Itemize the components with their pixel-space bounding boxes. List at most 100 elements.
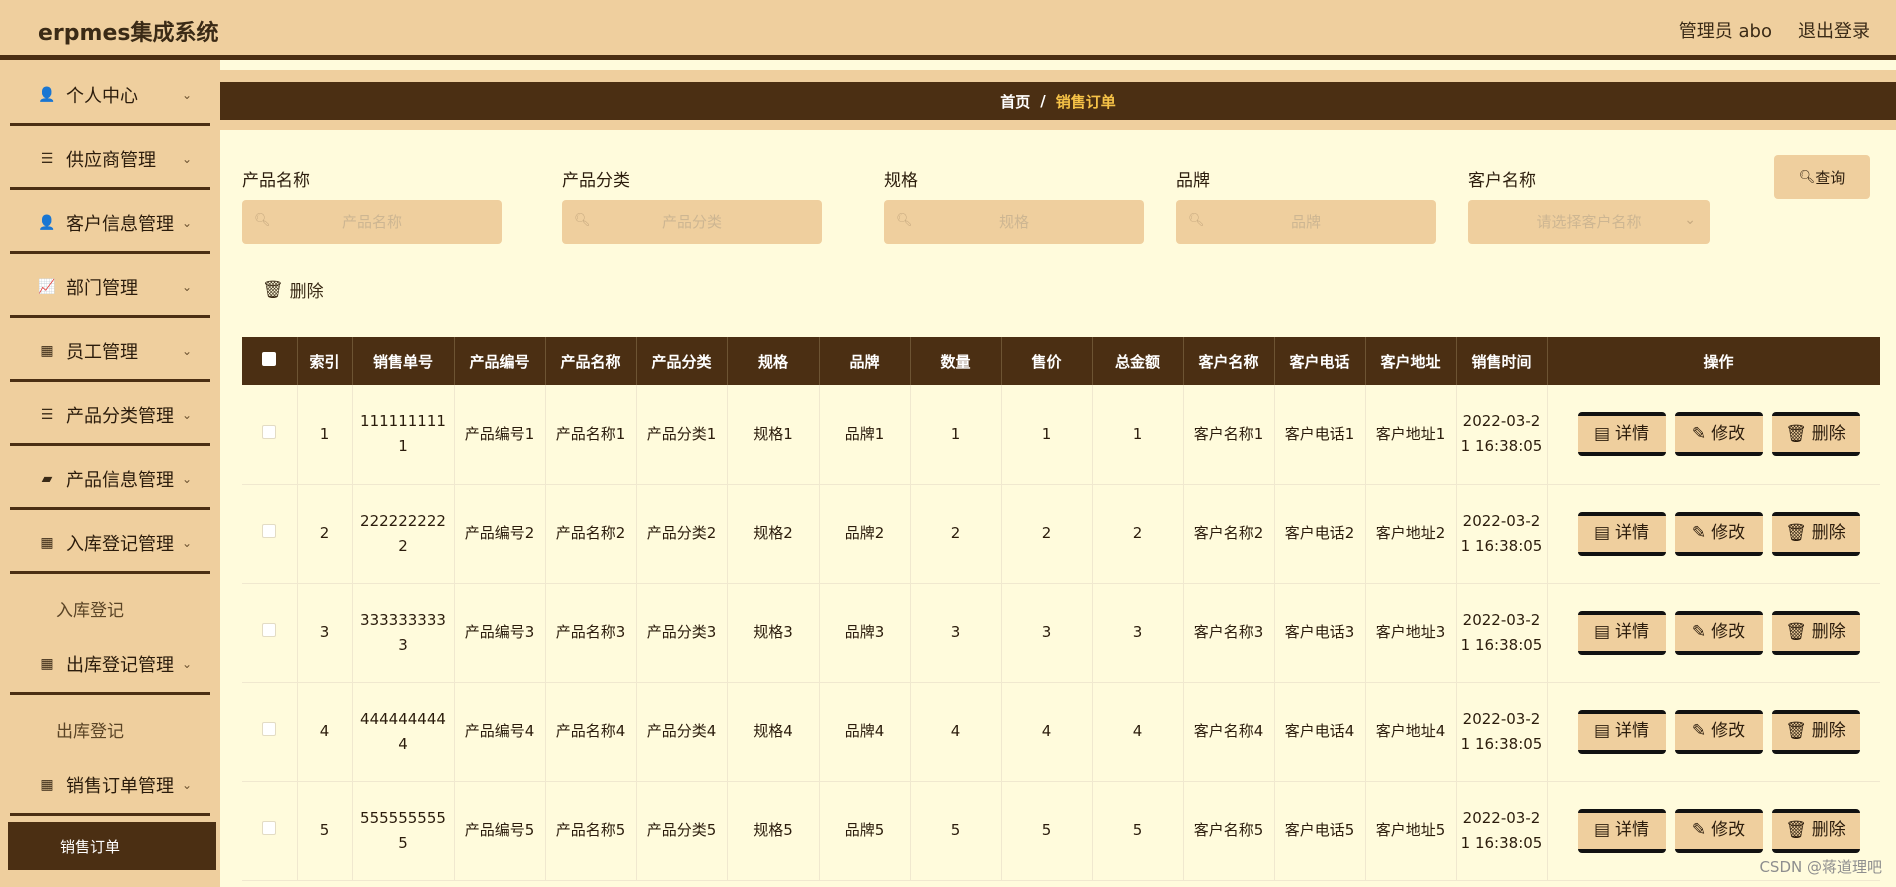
sidebar-item-product-info[interactable]: ▰ 产品信息管理 ⌄ <box>10 450 210 510</box>
delete-label: 删除 <box>1811 423 1846 444</box>
delete-label: 删除 <box>1811 820 1846 840</box>
table-cell: 1111111111 <box>352 385 455 485</box>
table-cell: 品牌3 <box>819 583 911 683</box>
table-cell: 2 <box>1001 484 1093 584</box>
col-header: 销售单号 <box>352 337 455 385</box>
table-cell: 客户电话3 <box>1274 583 1366 683</box>
delete-button[interactable]: 🗑 删除 <box>1771 511 1860 556</box>
batch-delete-button[interactable]: 🗑 删除 <box>262 277 324 303</box>
delete-button[interactable]: 🗑 删除 <box>1771 412 1860 457</box>
detail-button[interactable]: ▤ 详情 <box>1577 511 1666 556</box>
product-category-field[interactable]: 🔍︎ <box>562 200 822 244</box>
edit-button[interactable]: ✎ 修改 <box>1674 808 1763 853</box>
user-icon: 👤 <box>38 214 56 231</box>
row-select-cell <box>242 484 298 584</box>
row-checkbox[interactable] <box>262 424 277 439</box>
row-actions: ▤ 详情 ✎ 修改 🗑 删除 <box>1552 412 1881 457</box>
chevron-down-icon: ⌄ <box>182 471 193 486</box>
sidebar-item-personal-center[interactable]: 👤 个人中心 ⌄ <box>10 66 210 126</box>
table-cell: 2022-03-21 16:38:05 <box>1456 583 1548 683</box>
row-checkbox[interactable] <box>262 623 277 637</box>
row-checkbox[interactable] <box>262 722 277 736</box>
chevron-down-icon: ⌄ <box>182 407 193 422</box>
table-cell: 产品名称5 <box>545 781 637 881</box>
actions-cell: ▤ 详情 ✎ 修改 🗑 删除 <box>1547 583 1880 683</box>
delete-button[interactable]: 🗑 删除 <box>1771 808 1860 853</box>
col-header: 客户电话 <box>1274 337 1366 385</box>
table-cell: 2 <box>297 484 353 584</box>
query-button[interactable]: 🔍︎ 查询 <box>1774 155 1870 199</box>
delete-button[interactable]: 🗑 删除 <box>1771 709 1860 754</box>
product-name-field[interactable]: 🔍︎ <box>242 200 502 244</box>
trash-icon: 🗑 <box>1785 622 1807 642</box>
table-cell: 1 <box>910 385 1002 485</box>
submenu-inbound-register[interactable]: 入库登记 <box>56 596 124 621</box>
trash-icon: 🗑 <box>262 279 284 300</box>
row-checkbox[interactable] <box>262 821 277 835</box>
sidebar-item-product-category[interactable]: ☰ 产品分类管理 ⌄ <box>10 386 210 446</box>
delete-button[interactable]: 🗑 删除 <box>1771 610 1860 655</box>
edit-button[interactable]: ✎ 修改 <box>1674 511 1763 556</box>
grid-icon: ▦ <box>40 534 54 551</box>
table-cell: 5 <box>1001 781 1093 881</box>
top-bar: erpmes集成系统 管理员 abo 退出登录 <box>0 0 1896 60</box>
sidebar-item-department[interactable]: 📈 部门管理 ⌄ <box>10 258 210 318</box>
detail-button[interactable]: ▤ 详情 <box>1577 808 1666 853</box>
detail-button[interactable]: ▤ 详情 <box>1577 412 1666 457</box>
sidebar-item-label: 入库登记管理 <box>66 533 174 555</box>
col-header: 操作 <box>1547 337 1880 385</box>
grid-icon: ▦ <box>40 776 54 793</box>
table-cell: 客户名称3 <box>1183 583 1275 683</box>
table-cell: 产品名称3 <box>545 583 637 683</box>
edit-button[interactable]: ✎ 修改 <box>1674 709 1763 754</box>
sidebar-item-label: 销售订单管理 <box>66 775 174 797</box>
edit-button[interactable]: ✎ 修改 <box>1674 610 1763 655</box>
customer-select-input[interactable] <box>1468 200 1710 244</box>
list-icon: ☰ <box>40 406 54 423</box>
table-cell: 品牌4 <box>819 682 911 782</box>
table-cell: 3 <box>910 583 1002 683</box>
document-icon: ▤ <box>1593 622 1611 642</box>
grid-icon: ▦ <box>40 342 54 359</box>
sidebar-item-supplier[interactable]: ☰ 供应商管理 ⌄ <box>10 130 210 190</box>
logout-link[interactable]: 退出登录 <box>1798 17 1870 43</box>
col-header: 数量 <box>910 337 1002 385</box>
sales-order-table: 索引 销售单号 产品编号 产品名称 产品分类 规格 品牌 数量 售价 总金额 客… <box>242 337 1880 887</box>
sidebar-item-customer[interactable]: 👤 客户信息管理 ⌄ <box>10 194 210 254</box>
trash-icon: 🗑 <box>1785 820 1807 840</box>
spec-label: 规格 <box>884 171 918 191</box>
col-header: 索引 <box>297 337 353 385</box>
breadcrumb-home[interactable]: 首页 <box>1000 91 1030 112</box>
sidebar-item-inbound[interactable]: ▦ 入库登记管理 ⌄ <box>10 514 210 574</box>
search-icon: 🔍︎ <box>574 213 591 228</box>
table-cell: 4 <box>297 682 353 782</box>
table-cell: 客户电话5 <box>1274 781 1366 881</box>
table-cell: 品牌5 <box>819 781 911 881</box>
brand-field[interactable]: 🔍︎ <box>1176 200 1436 244</box>
row-checkbox[interactable] <box>262 524 277 538</box>
sidebar-item-sales-order[interactable]: ▦ 销售订单管理 ⌄ <box>10 756 210 816</box>
submenu-sales-order[interactable]: 销售订单 <box>8 822 216 870</box>
sidebar-item-employee[interactable]: ▦ 员工管理 ⌄ <box>10 322 210 382</box>
submenu-outbound-register[interactable]: 出库登记 <box>56 717 124 742</box>
edit-button[interactable]: ✎ 修改 <box>1674 412 1763 457</box>
product-category-input[interactable] <box>562 200 822 244</box>
col-header: 产品编号 <box>454 337 546 385</box>
detail-button[interactable]: ▤ 详情 <box>1577 709 1666 754</box>
detail-button[interactable]: ▤ 详情 <box>1577 610 1666 655</box>
brand-input[interactable] <box>1176 200 1436 244</box>
product-name-input[interactable] <box>242 200 502 244</box>
sidebar-item-outbound[interactable]: ▦ 出库登记管理 ⌄ <box>10 635 210 695</box>
spec-input[interactable] <box>884 200 1144 244</box>
table-cell: 产品分类3 <box>636 583 728 683</box>
delete-label: 删除 <box>1811 622 1846 642</box>
table-cell: 规格3 <box>727 583 820 683</box>
user-label[interactable]: 管理员 abo <box>1679 17 1772 43</box>
product-name-label: 产品名称 <box>242 171 310 191</box>
select-all-checkbox[interactable] <box>262 352 277 366</box>
spec-field[interactable]: 🔍︎ <box>884 200 1144 244</box>
customer-select[interactable]: ⌄ <box>1468 200 1710 244</box>
sidebar-item-label: 产品信息管理 <box>66 469 174 491</box>
table-cell: 产品分类4 <box>636 682 728 782</box>
detail-label: 详情 <box>1615 721 1650 741</box>
